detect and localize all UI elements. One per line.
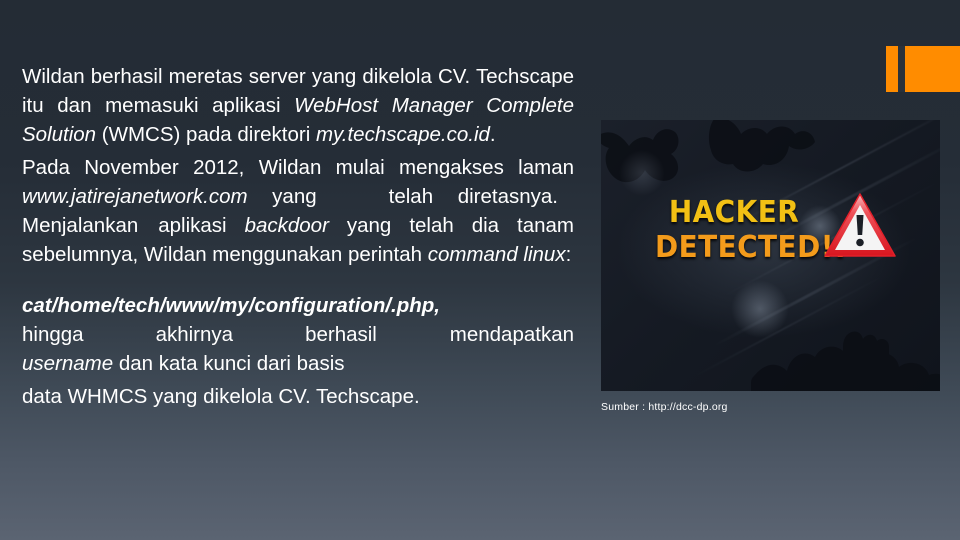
p2-line3-a: diretasnya. (457, 185, 558, 208)
image-source-caption: Sumber : http://dcc-dp.org (601, 401, 728, 413)
p3-line3-plain: mendapatkan (449, 323, 574, 346)
p3-line2-b: akhirnya (155, 323, 234, 346)
p2-line2-tail: yang (247, 185, 317, 208)
p3-line3-italic: username (22, 352, 114, 375)
p2-line1: Pada November 2012, Wildan mulai mengaks… (22, 156, 504, 179)
orange-accent-decoration (886, 46, 960, 92)
warning-triangle-icon (824, 193, 896, 257)
p1-line3-plain: (WMCS) pada (96, 123, 232, 146)
p1-line4-italic: my.techscape.co.id (315, 123, 490, 146)
p2-line2-italic: www.jatirejanetwork.com (22, 185, 248, 208)
p1-line4-tail: . (489, 123, 496, 146)
slide-canvas: Wildan berhasil meretas server yang dike… (0, 0, 960, 540)
p3-line2-a: hingga (22, 323, 84, 346)
p2-line2-tail2: telah (388, 185, 434, 208)
p1-line1: Wildan berhasil meretas server yang dike… (22, 65, 471, 88)
bat-silhouettes-bottom-icon (751, 331, 940, 391)
p2-line2-plain: laman (518, 156, 574, 179)
glow-3 (619, 150, 665, 196)
p3-line4: data WHMCS yang dikelola CV. Techscape. (22, 385, 420, 408)
headline-line-1: HACKER (668, 195, 800, 230)
p2-line3-b: Menjalankan (22, 214, 139, 237)
p2-line5-plain: perintah (347, 243, 428, 266)
paragraph-2: Pada November 2012, Wildan mulai mengaks… (22, 153, 574, 269)
p3-line3-tail: dan kata kunci dari basis (113, 352, 345, 375)
p2-line3-italic: backdoor (244, 214, 329, 237)
paragraph-3: cat/home/tech/www/my/configuration/.php,… (22, 291, 574, 378)
p2-line5-italic: command linux (427, 243, 566, 266)
slide-body-text: Wildan berhasil meretas server yang dike… (22, 62, 574, 411)
accent-bar-gap (898, 46, 905, 92)
accent-bar-large (905, 46, 960, 92)
p3-command-line: cat/home/tech/www/my/configuration/.php, (22, 294, 441, 317)
accent-bar-small (886, 46, 898, 92)
headline-line-2: DETECTED!! (654, 229, 848, 265)
hacker-detected-headline: HACKER DETECTED!! (649, 195, 848, 265)
image-canvas: HACKER DETECTED!! (601, 120, 940, 391)
p3-line2-c: berhasil (305, 323, 377, 346)
p2-line3-c: aplikasi (158, 214, 245, 237)
p1-line4-plain: direktori (237, 123, 316, 146)
p2-line5-tail: : (565, 243, 572, 266)
paragraph-1: Wildan berhasil meretas server yang dike… (22, 62, 574, 149)
hacker-detected-image: HACKER DETECTED!! (601, 120, 940, 391)
p2-line3-tail: yang (328, 214, 392, 237)
p1-line2-italic: WebHost (294, 94, 379, 117)
